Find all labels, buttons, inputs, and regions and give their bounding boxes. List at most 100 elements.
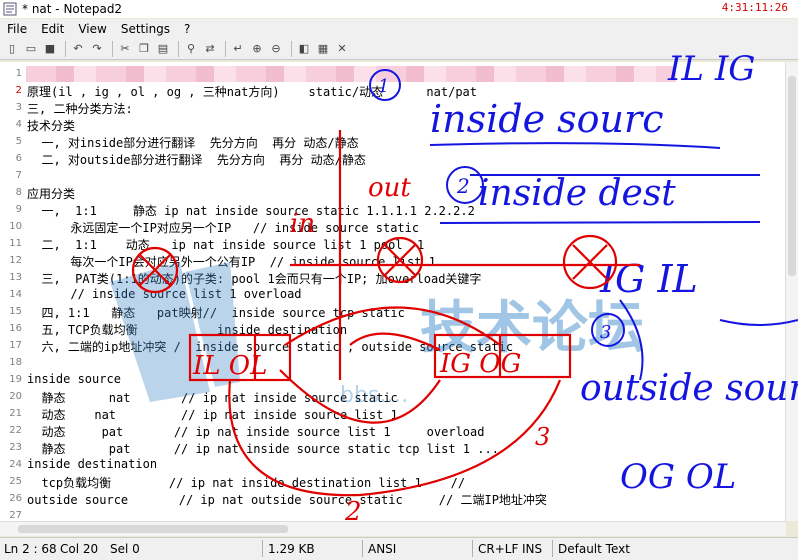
line-text: 每次一个IP会对应另外一个公有IP // inside source list … [27, 255, 436, 269]
text-line[interactable]: 26 outside source // ip nat outside sourc… [0, 491, 786, 508]
horizontal-scroll-thumb[interactable] [18, 525, 288, 533]
zoom-out-icon[interactable]: ⊖ [268, 41, 284, 57]
text-line[interactable]: 25 tcp负载均衡 // ip nat inside destination … [0, 474, 786, 491]
toolbar-separator [291, 40, 292, 57]
save-icon[interactable]: ■ [42, 41, 58, 57]
toolbar-separator [112, 40, 113, 57]
replace-icon[interactable]: ⇄ [202, 41, 218, 57]
status-scheme[interactable]: Default Text [558, 542, 630, 556]
status-eol[interactable]: CR+LF [478, 542, 518, 556]
notepad-icon [3, 2, 17, 16]
toolbar-separator [65, 40, 66, 57]
text-line[interactable]: 3 三, 二种分类方法: [0, 100, 786, 117]
text-line[interactable]: 20 静态 nat // ip nat inside source static [0, 389, 786, 406]
line-number: 22 [9, 425, 22, 436]
line-number: 9 [15, 204, 22, 215]
line-text: 静态 pat // ip nat inside source static tc… [27, 442, 499, 456]
status-encoding[interactable]: ANSI [368, 542, 396, 556]
line-text: inside source [27, 372, 121, 386]
paste-icon[interactable]: ▤ [155, 41, 171, 57]
text-line[interactable]: 19 inside source [0, 372, 786, 389]
menu-view[interactable]: View [71, 22, 113, 36]
text-line[interactable]: 27 [0, 508, 786, 521]
text-line[interactable]: 6 二, 对outside部分进行翻译 先分方向 再分 动态/静态 [0, 151, 786, 168]
menu-bar: File Edit View Settings ? [0, 19, 798, 38]
menu-edit[interactable]: Edit [34, 22, 71, 36]
line-number: 19 [9, 374, 22, 385]
line-number: 5 [15, 136, 22, 147]
text-line[interactable]: 15 四, 1:1 静态 pat映射// inside source tcp s… [0, 304, 786, 321]
text-line[interactable]: 5 一, 对inside部分进行翻译 先分方向 再分 动态/静态 [0, 134, 786, 151]
line-number: 10 [9, 221, 22, 232]
cut-icon[interactable]: ✂ [117, 41, 133, 57]
scheme-icon[interactable]: ◧ [296, 41, 312, 57]
copy-icon[interactable]: ❐ [136, 41, 152, 57]
new-file-icon[interactable]: ▯ [4, 41, 20, 57]
toolbar-separator [225, 40, 226, 57]
line-text: 六, 二端的ip地址冲突 / inside source static , ou… [27, 340, 514, 354]
line-number: 4 [15, 119, 22, 130]
redo-icon[interactable]: ↷ [89, 41, 105, 57]
text-line[interactable]: 12 每次一个IP会对应另外一个公有IP // inside source li… [0, 253, 786, 270]
text-line[interactable]: 2 原理(il , ig , ol , og , 三种nat方向) static/… [0, 83, 786, 100]
horizontal-scrollbar[interactable] [0, 521, 786, 536]
text-line[interactable]: 9 一, 1:1 静态 ip nat inside source static … [0, 202, 786, 219]
text-line[interactable]: 4 技术分类 [0, 117, 786, 134]
line-number: 27 [9, 510, 22, 521]
status-ins-mode[interactable]: INS [522, 542, 542, 556]
find-icon[interactable]: ⚲ [183, 41, 199, 57]
status-col: Col 20 [60, 542, 99, 556]
text-line[interactable]: 22 动态 pat // ip nat inside source list 1… [0, 423, 786, 440]
editor-area[interactable]: 1 2 原理(il , ig , ol , og , 三种nat方向) static… [0, 62, 786, 521]
line-number: 8 [15, 187, 22, 198]
text-line[interactable]: 14 // inside source list 1 overload [0, 287, 786, 304]
open-folder-icon[interactable]: ▭ [23, 41, 39, 57]
text-line[interactable]: 8 应用分类 [0, 185, 786, 202]
redacted-text-blur [26, 66, 676, 82]
line-text: 动态 pat // ip nat inside source list 1 ov… [27, 425, 485, 439]
menu-help[interactable]: ? [177, 22, 197, 36]
line-text: 原理(il , ig , ol , og , 三种nat方向) static/动… [27, 85, 478, 99]
line-number: 7 [15, 170, 22, 181]
text-line[interactable]: 18 [0, 355, 786, 372]
line-number: 1 [15, 68, 22, 79]
line-text: 二, 1:1 动态 ip nat inside source list 1 po… [27, 238, 425, 252]
line-text: 三, 二种分类方法: [27, 102, 133, 116]
menu-file[interactable]: File [0, 22, 34, 36]
title-bar: * nat - Notepad2 4:31:11:26 [0, 0, 798, 18]
menu-settings[interactable]: Settings [114, 22, 177, 36]
text-line[interactable]: 10 永远固定一个IP对应另一个IP // inside source stat… [0, 219, 786, 236]
line-text: 技术分类 [27, 119, 76, 133]
vertical-scroll-thumb[interactable] [788, 76, 796, 276]
line-number: 16 [9, 323, 22, 334]
customize-icon[interactable]: ▦ [315, 41, 331, 57]
word-wrap-icon[interactable]: ↵ [230, 41, 246, 57]
text-line[interactable]: 24 inside destination [0, 457, 786, 474]
line-number: 14 [9, 289, 22, 300]
toolbar: ▯ ▭ ■ ↶ ↷ ✂ ❐ ▤ ⚲ ⇄ ↵ ⊕ ⊖ ◧ ▦ ✕ [0, 38, 798, 60]
text-line[interactable]: 17 六, 二端的ip地址冲突 / inside source static ,… [0, 338, 786, 355]
status-line-pos: Ln 2 : 68 [4, 542, 57, 556]
undo-icon[interactable]: ↶ [70, 41, 86, 57]
line-number: 15 [9, 306, 22, 317]
line-text: 一, 对inside部分进行翻译 先分方向 再分 动态/静态 [27, 136, 359, 150]
line-number: 23 [9, 442, 22, 453]
exit-icon[interactable]: ✕ [334, 41, 350, 57]
line-text: 动态 nat // ip nat inside source list 1 [27, 408, 398, 422]
line-text: inside destination [27, 457, 158, 471]
line-number: 13 [9, 272, 22, 283]
text-line[interactable]: 1 [0, 66, 786, 83]
text-line[interactable]: 23 静态 pat // ip nat inside source static… [0, 440, 786, 457]
zoom-in-icon[interactable]: ⊕ [249, 41, 265, 57]
text-line[interactable]: 16 五, TCP负载均衡 inside destination [0, 321, 786, 338]
text-line[interactable]: 13 三, PAT类(1:1的动态)的子类: pool 1会而只有一个IP; 加… [0, 270, 786, 287]
line-number: 24 [9, 459, 22, 470]
text-line[interactable]: 7 [0, 168, 786, 185]
line-number: 2 [15, 85, 22, 96]
line-text: 一, 1:1 静态 ip nat inside source static 1.… [27, 204, 475, 218]
vertical-scrollbar[interactable] [785, 62, 798, 521]
text-line[interactable]: 21 动态 nat // ip nat inside source list 1 [0, 406, 786, 423]
line-text: 静态 nat // ip nat inside source static [27, 391, 398, 405]
line-number: 25 [9, 476, 22, 487]
text-line[interactable]: 11 二, 1:1 动态 ip nat inside source list 1… [0, 236, 786, 253]
